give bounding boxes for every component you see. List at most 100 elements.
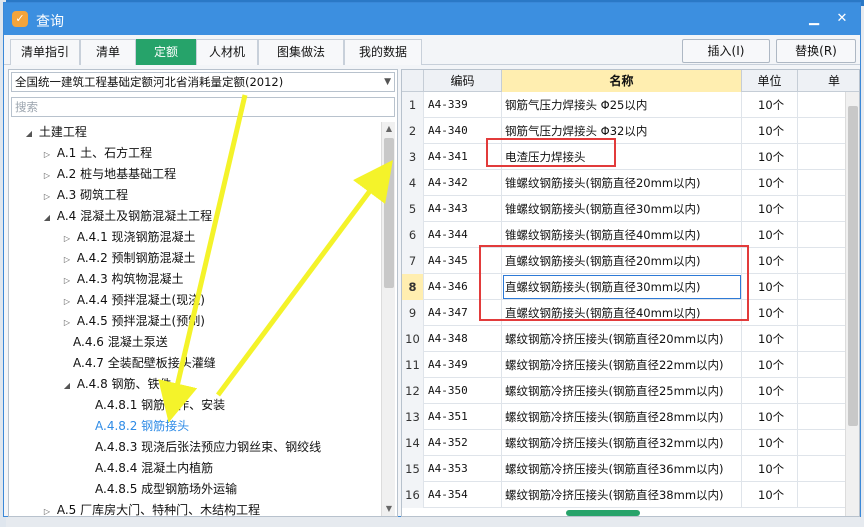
quota-name[interactable]: 锥螺纹钢筋接头(钢筋直径40mm以内) [502, 222, 742, 248]
tab-my-data[interactable]: 我的数据 [344, 39, 422, 65]
quota-unit[interactable]: 10个 [742, 144, 798, 170]
expanded-triangle-icon[interactable]: ◢ [41, 207, 53, 228]
tree-node[interactable]: ▷ A.3 砌筑工程 [41, 185, 128, 206]
table-row[interactable]: 11 A4-349 螺纹钢筋冷挤压接头(钢筋直径22mm以内) 10个 [402, 352, 859, 378]
quota-unit[interactable]: 10个 [742, 196, 798, 222]
quota-code[interactable]: A4-353 [424, 456, 502, 482]
tab-labor-material-machine[interactable]: 人材机 [196, 39, 258, 65]
tree-node[interactable]: ▷ A.4.5 预拌混凝土(预制) [61, 311, 205, 332]
quota-unit[interactable]: 10个 [742, 300, 798, 326]
collapsed-triangle-icon[interactable]: ▷ [61, 291, 73, 312]
quota-name[interactable]: 电渣压力焊接头 [502, 144, 742, 170]
tree-node[interactable]: ▷ A.4.3 构筑物混凝土 [61, 269, 184, 290]
close-icon[interactable]: ✕ [830, 9, 854, 29]
quota-code[interactable]: A4-345 [424, 248, 502, 274]
table-row[interactable]: 16 A4-354 螺纹钢筋冷挤压接头(钢筋直径38mm以内) 10个 [402, 482, 859, 508]
collapsed-triangle-icon[interactable]: ▷ [61, 270, 73, 291]
collapsed-triangle-icon[interactable]: ▷ [61, 249, 73, 270]
quota-unit[interactable]: 10个 [742, 378, 798, 404]
table-row[interactable]: 9 A4-347 直螺纹钢筋接头(钢筋直径40mm以内) 10个 [402, 300, 859, 326]
header-extra[interactable]: 单 [798, 70, 859, 92]
quota-name[interactable]: 直螺纹钢筋接头(钢筋直径40mm以内) [502, 300, 742, 326]
quota-code[interactable]: A4-342 [424, 170, 502, 196]
tab-quota[interactable]: 定额 [136, 39, 196, 65]
table-row[interactable]: 4 A4-342 锥螺纹钢筋接头(钢筋直径20mm以内) 10个 [402, 170, 859, 196]
tree-node[interactable]: A.4.8.4 混凝土内植筋 [95, 458, 213, 479]
quota-code[interactable]: A4-351 [424, 404, 502, 430]
tree-node[interactable]: ▷ A.1 土、石方工程 [41, 143, 152, 164]
quota-code[interactable]: A4-339 [424, 92, 502, 118]
quota-code[interactable]: A4-344 [424, 222, 502, 248]
quota-unit[interactable]: 10个 [742, 248, 798, 274]
quota-name[interactable]: 螺纹钢筋冷挤压接头(钢筋直径32mm以内) [502, 430, 742, 456]
tree-node-selected[interactable]: A.4.8.2 钢筋接头 [95, 416, 189, 437]
quota-library-select[interactable]: 全国统一建筑工程基础定额河北省消耗量定额(2012) ▼ [11, 72, 395, 92]
table-row[interactable]: 5 A4-343 锥螺纹钢筋接头(钢筋直径30mm以内) 10个 [402, 196, 859, 222]
quota-name[interactable]: 螺纹钢筋冷挤压接头(钢筋直径36mm以内) [502, 456, 742, 482]
quota-name[interactable]: 螺纹钢筋冷挤压接头(钢筋直径38mm以内) [502, 482, 742, 508]
tree-node[interactable]: ◢ A.4 混凝土及钢筋混凝土工程 [41, 206, 212, 227]
table-row[interactable]: 8 A4-346 直螺纹钢筋接头(钢筋直径30mm以内) 10个 [402, 274, 859, 300]
table-row[interactable]: 15 A4-353 螺纹钢筋冷挤压接头(钢筋直径36mm以内) 10个 [402, 456, 859, 482]
tree-node[interactable]: ▷ A.4.2 预制钢筋混凝土 [61, 248, 196, 269]
quota-unit[interactable]: 10个 [742, 352, 798, 378]
quota-unit[interactable]: 10个 [742, 92, 798, 118]
tree-node[interactable]: ▷ A.4.1 现浇钢筋混凝土 [61, 227, 196, 248]
minimize-icon[interactable]: ▁ [802, 9, 826, 29]
quota-unit[interactable]: 10个 [742, 456, 798, 482]
tab-bill-guide[interactable]: 清单指引 [10, 39, 80, 65]
table-row[interactable]: 1 A4-339 钢筋气压力焊接头 Φ25以内 10个 [402, 92, 859, 118]
tree-node[interactable]: ◢ A.4.8 钢筋、铁件 [61, 374, 172, 395]
collapsed-triangle-icon[interactable]: ▷ [41, 144, 53, 165]
insert-button[interactable]: 插入(I) [682, 39, 770, 63]
quota-code[interactable]: A4-349 [424, 352, 502, 378]
quota-code[interactable]: A4-346 [424, 274, 502, 300]
tree-node[interactable]: ▷ A.5 厂库房大门、特种门、木结构工程 [41, 500, 260, 516]
tree-search-input[interactable] [15, 100, 385, 114]
table-row[interactable]: 13 A4-351 螺纹钢筋冷挤压接头(钢筋直径28mm以内) 10个 [402, 404, 859, 430]
collapsed-triangle-icon[interactable]: ▷ [61, 228, 73, 249]
tree-search[interactable] [11, 97, 395, 117]
quota-code[interactable]: A4-341 [424, 144, 502, 170]
table-row[interactable]: 2 A4-340 钢筋气压力焊接头 Φ32以内 10个 [402, 118, 859, 144]
tree-node[interactable]: A.4.8.1 钢筋制作、安装 [95, 395, 225, 416]
quota-code[interactable]: A4-354 [424, 482, 502, 508]
splitter-handle[interactable] [566, 510, 640, 516]
table-row[interactable]: 12 A4-350 螺纹钢筋冷挤压接头(钢筋直径25mm以内) 10个 [402, 378, 859, 404]
grid-scrollbar[interactable] [845, 92, 859, 516]
collapsed-triangle-icon[interactable]: ▷ [61, 312, 73, 333]
tab-atlas-method[interactable]: 图集做法 [258, 39, 344, 65]
quota-name[interactable]: 锥螺纹钢筋接头(钢筋直径30mm以内) [502, 196, 742, 222]
header-name[interactable]: 名称 [502, 70, 742, 92]
quota-code[interactable]: A4-340 [424, 118, 502, 144]
replace-button[interactable]: 替换(R) [776, 39, 856, 63]
quota-unit[interactable]: 10个 [742, 222, 798, 248]
quota-unit[interactable]: 10个 [742, 170, 798, 196]
quota-name[interactable]: 螺纹钢筋冷挤压接头(钢筋直径25mm以内) [502, 378, 742, 404]
collapsed-triangle-icon[interactable]: ▷ [41, 165, 53, 186]
quota-unit[interactable]: 10个 [742, 118, 798, 144]
quota-name[interactable]: 钢筋气压力焊接头 Φ32以内 [502, 118, 742, 144]
tree-node[interactable]: A.4.6 混凝土泵送 [73, 332, 168, 353]
quota-unit[interactable]: 10个 [742, 482, 798, 508]
quota-unit[interactable]: 10个 [742, 404, 798, 430]
scroll-down-icon[interactable]: ▼ [382, 502, 396, 516]
table-row[interactable]: 3 A4-341 电渣压力焊接头 10个 [402, 144, 859, 170]
table-row[interactable]: 10 A4-348 螺纹钢筋冷挤压接头(钢筋直径20mm以内) 10个 [402, 326, 859, 352]
quota-name[interactable]: 直螺纹钢筋接头(钢筋直径30mm以内) [502, 274, 742, 300]
scroll-thumb[interactable] [384, 138, 394, 288]
scroll-thumb[interactable] [848, 106, 858, 426]
table-row[interactable]: 7 A4-345 直螺纹钢筋接头(钢筋直径20mm以内) 10个 [402, 248, 859, 274]
expanded-triangle-icon[interactable]: ◢ [61, 375, 73, 396]
quota-unit[interactable]: 10个 [742, 326, 798, 352]
quota-name[interactable]: 直螺纹钢筋接头(钢筋直径20mm以内) [502, 248, 742, 274]
tree-node[interactable]: A.4.7 全装配壁板接头灌缝 [73, 353, 216, 374]
tree-node[interactable]: ▷ A.4.4 预拌混凝土(现浇) [61, 290, 205, 311]
quota-unit[interactable]: 10个 [742, 274, 798, 300]
quota-name[interactable]: 锥螺纹钢筋接头(钢筋直径20mm以内) [502, 170, 742, 196]
quota-code[interactable]: A4-350 [424, 378, 502, 404]
header-code[interactable]: 编码 [424, 70, 502, 92]
quota-name[interactable]: 钢筋气压力焊接头 Φ25以内 [502, 92, 742, 118]
scroll-up-icon[interactable]: ▲ [382, 122, 396, 136]
header-unit[interactable]: 单位 [742, 70, 798, 92]
